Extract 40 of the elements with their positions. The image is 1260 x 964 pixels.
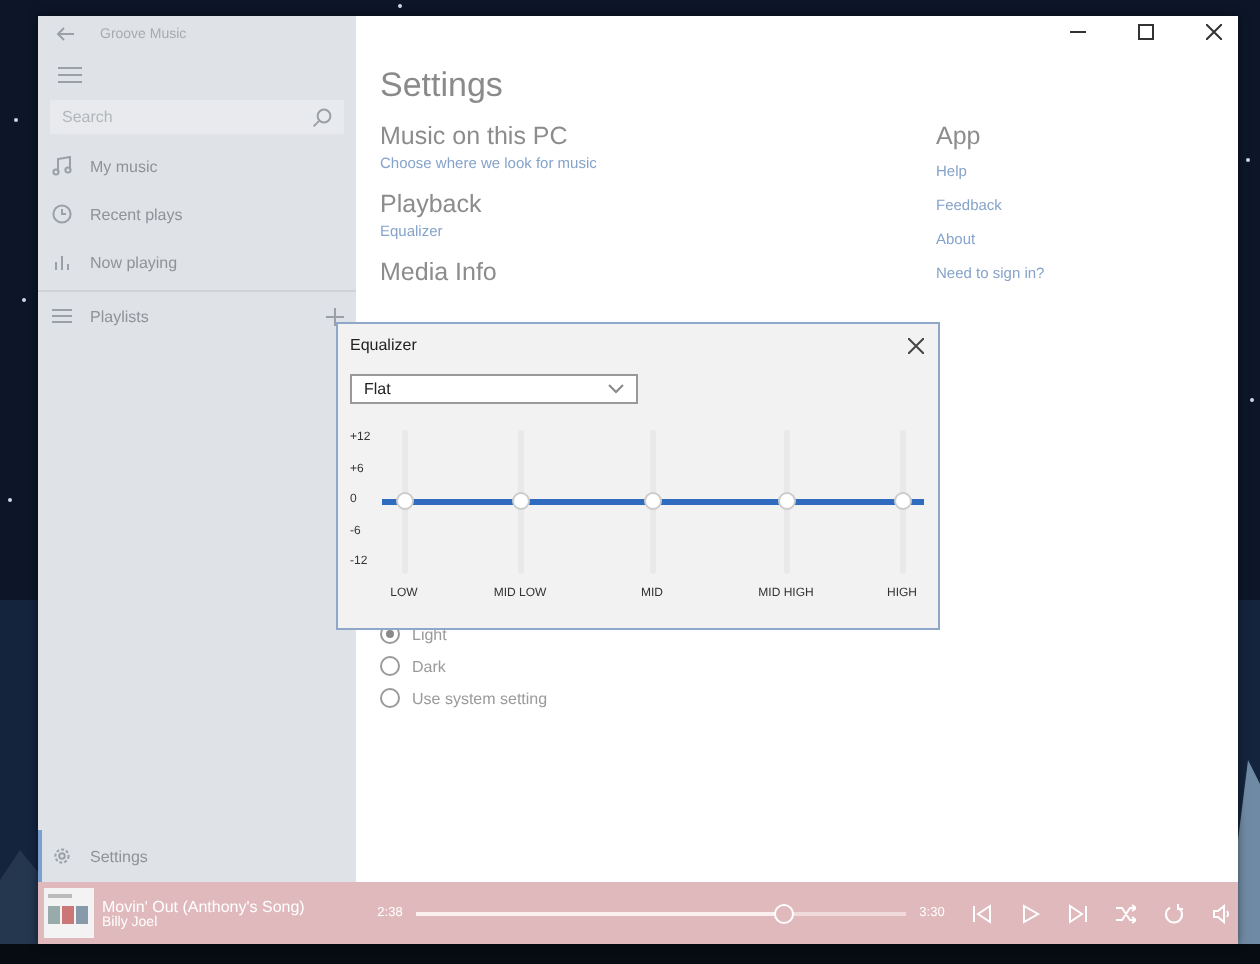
section-heading: Music on this PC: [380, 122, 570, 150]
bar-chart-icon: [52, 252, 72, 272]
dialog-title: Equalizer: [350, 336, 417, 354]
section-heading: App: [936, 122, 983, 150]
radio-button[interactable]: [380, 688, 400, 708]
volume-icon[interactable]: [1212, 903, 1232, 923]
radio-button[interactable]: [380, 656, 400, 676]
slider-thumb[interactable]: [511, 492, 529, 510]
slider-thumb[interactable]: [643, 492, 661, 510]
song-title[interactable]: Movin' Out (Anthony's Song): [102, 897, 374, 915]
search-icon[interactable]: [312, 107, 332, 127]
back-arrow-icon[interactable]: [56, 26, 76, 42]
page-title: Settings: [380, 66, 505, 106]
music-note-icon: [52, 156, 72, 176]
shuffle-icon[interactable]: [1116, 903, 1136, 923]
repeat-icon[interactable]: [1164, 903, 1184, 923]
close-icon[interactable]: [908, 337, 924, 353]
chevron-down-icon: [608, 384, 624, 394]
clock-icon: [52, 204, 72, 224]
play-icon[interactable]: [1020, 903, 1040, 923]
section-heading: Playback: [380, 190, 484, 218]
next-icon[interactable]: [1068, 903, 1088, 923]
slider-thumb[interactable]: [777, 492, 795, 510]
gear-icon: [52, 846, 72, 866]
section-heading: Media Info: [380, 258, 499, 286]
plus-icon[interactable]: [326, 307, 344, 325]
nav-item[interactable]: My music: [38, 142, 356, 190]
album-art-icon[interactable]: [44, 888, 94, 938]
nav-item[interactable]: Recent plays: [38, 190, 356, 238]
playlists-item[interactable]: Playlists: [52, 292, 308, 340]
radio-option[interactable]: Use system setting: [380, 682, 548, 714]
settings-item[interactable]: Settings: [38, 830, 356, 882]
nav-item[interactable]: Now playing: [38, 238, 356, 286]
list-icon: [52, 308, 72, 324]
menu-icon[interactable]: [52, 62, 88, 88]
previous-icon[interactable]: [972, 903, 992, 923]
radio-option[interactable]: Dark: [380, 650, 446, 682]
preset-dropdown[interactable]: Flat: [350, 374, 638, 404]
slider-thumb[interactable]: [395, 492, 413, 510]
slider-thumb[interactable]: [893, 492, 911, 510]
